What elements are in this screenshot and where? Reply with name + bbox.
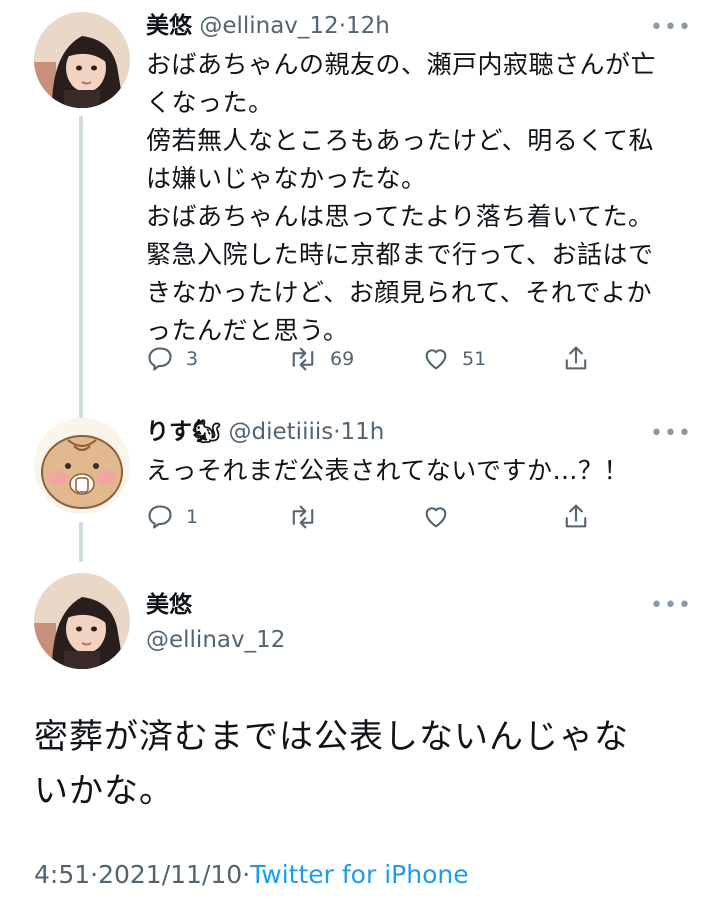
tweet3-sep2: · bbox=[242, 860, 251, 889]
tweet2-sep: · bbox=[333, 419, 341, 445]
tweet1-reply-count: 3 bbox=[186, 348, 199, 370]
tweet3-text: 密葬が済むまでは公表しないんじゃな いかな。 bbox=[34, 717, 629, 811]
avatar-ellinav-main[interactable] bbox=[34, 573, 130, 669]
tweet2-time[interactable]: 11h bbox=[341, 419, 385, 445]
tweet2-header: りす🐿 @dietiiiis·11h bbox=[146, 417, 384, 447]
tweet1-reply-button[interactable]: 3 bbox=[146, 345, 198, 373]
retweet-icon bbox=[292, 347, 314, 371]
tweet2-more-icon[interactable]: ••• bbox=[650, 423, 692, 445]
heart-icon bbox=[425, 507, 447, 528]
tweet2-like-button[interactable] bbox=[422, 503, 450, 531]
tweet1-text: おばあちゃんの親友の、瀬戸内寂聴さんが亡 くなった。 傍若無人なところもあったけ… bbox=[146, 50, 657, 345]
tweet1-sep: · bbox=[338, 13, 346, 39]
tweet1-retweet-button[interactable]: 69 bbox=[288, 345, 354, 373]
tweet1-share-button[interactable] bbox=[562, 343, 590, 373]
tweet1-like-button[interactable]: 51 bbox=[422, 345, 486, 373]
thread-line bbox=[79, 116, 83, 418]
tweet3-handle[interactable]: @ellinav_12 bbox=[146, 625, 285, 655]
reply-icon bbox=[148, 347, 172, 371]
tweet1-handle[interactable]: @ellinav_12 bbox=[199, 13, 338, 39]
tweet2-name[interactable]: りす🐿 bbox=[146, 419, 221, 445]
tweet1-name[interactable]: 美悠 bbox=[146, 13, 192, 39]
tweet3-date[interactable]: 2021/11/10 bbox=[98, 860, 242, 889]
tweet2-reply-count: 1 bbox=[186, 506, 199, 528]
tweet2-share-button[interactable] bbox=[562, 501, 590, 531]
tweet2-reply-button[interactable]: 1 bbox=[146, 503, 198, 531]
tweet3-meta: 4:51·2021/11/10·Twitter for iPhone bbox=[34, 860, 469, 889]
tweet1-like-count: 51 bbox=[462, 348, 487, 370]
share-icon bbox=[565, 504, 587, 528]
retweet-icon bbox=[292, 505, 314, 529]
share-icon bbox=[565, 346, 587, 370]
tweet2-handle[interactable]: @dietiiiis bbox=[229, 419, 334, 445]
tweet2-text: えっそれまだ公表されてないですか…？！ bbox=[146, 456, 630, 485]
tweet1-retweet-count: 69 bbox=[330, 348, 355, 370]
tweet3-name[interactable]: 美悠 bbox=[146, 590, 192, 620]
tweet1-more-icon[interactable]: ••• bbox=[650, 17, 692, 39]
reply-icon bbox=[148, 505, 172, 529]
avatar-dietiiiis[interactable] bbox=[34, 418, 130, 514]
heart-icon bbox=[425, 349, 447, 370]
tweet1-header: 美悠 @ellinav_12·12h bbox=[146, 11, 390, 41]
tweet3-time[interactable]: 4:51 bbox=[34, 860, 90, 889]
thread-line-2 bbox=[79, 522, 83, 562]
tweet3-source-link[interactable]: Twitter for iPhone bbox=[250, 860, 468, 889]
tweet3-more-icon[interactable]: ••• bbox=[650, 595, 692, 617]
tweet1-time[interactable]: 12h bbox=[346, 13, 390, 39]
tweet2-retweet-button[interactable] bbox=[288, 503, 318, 531]
avatar-ellinav[interactable] bbox=[34, 12, 130, 108]
tweet3-sep1: · bbox=[90, 860, 99, 889]
